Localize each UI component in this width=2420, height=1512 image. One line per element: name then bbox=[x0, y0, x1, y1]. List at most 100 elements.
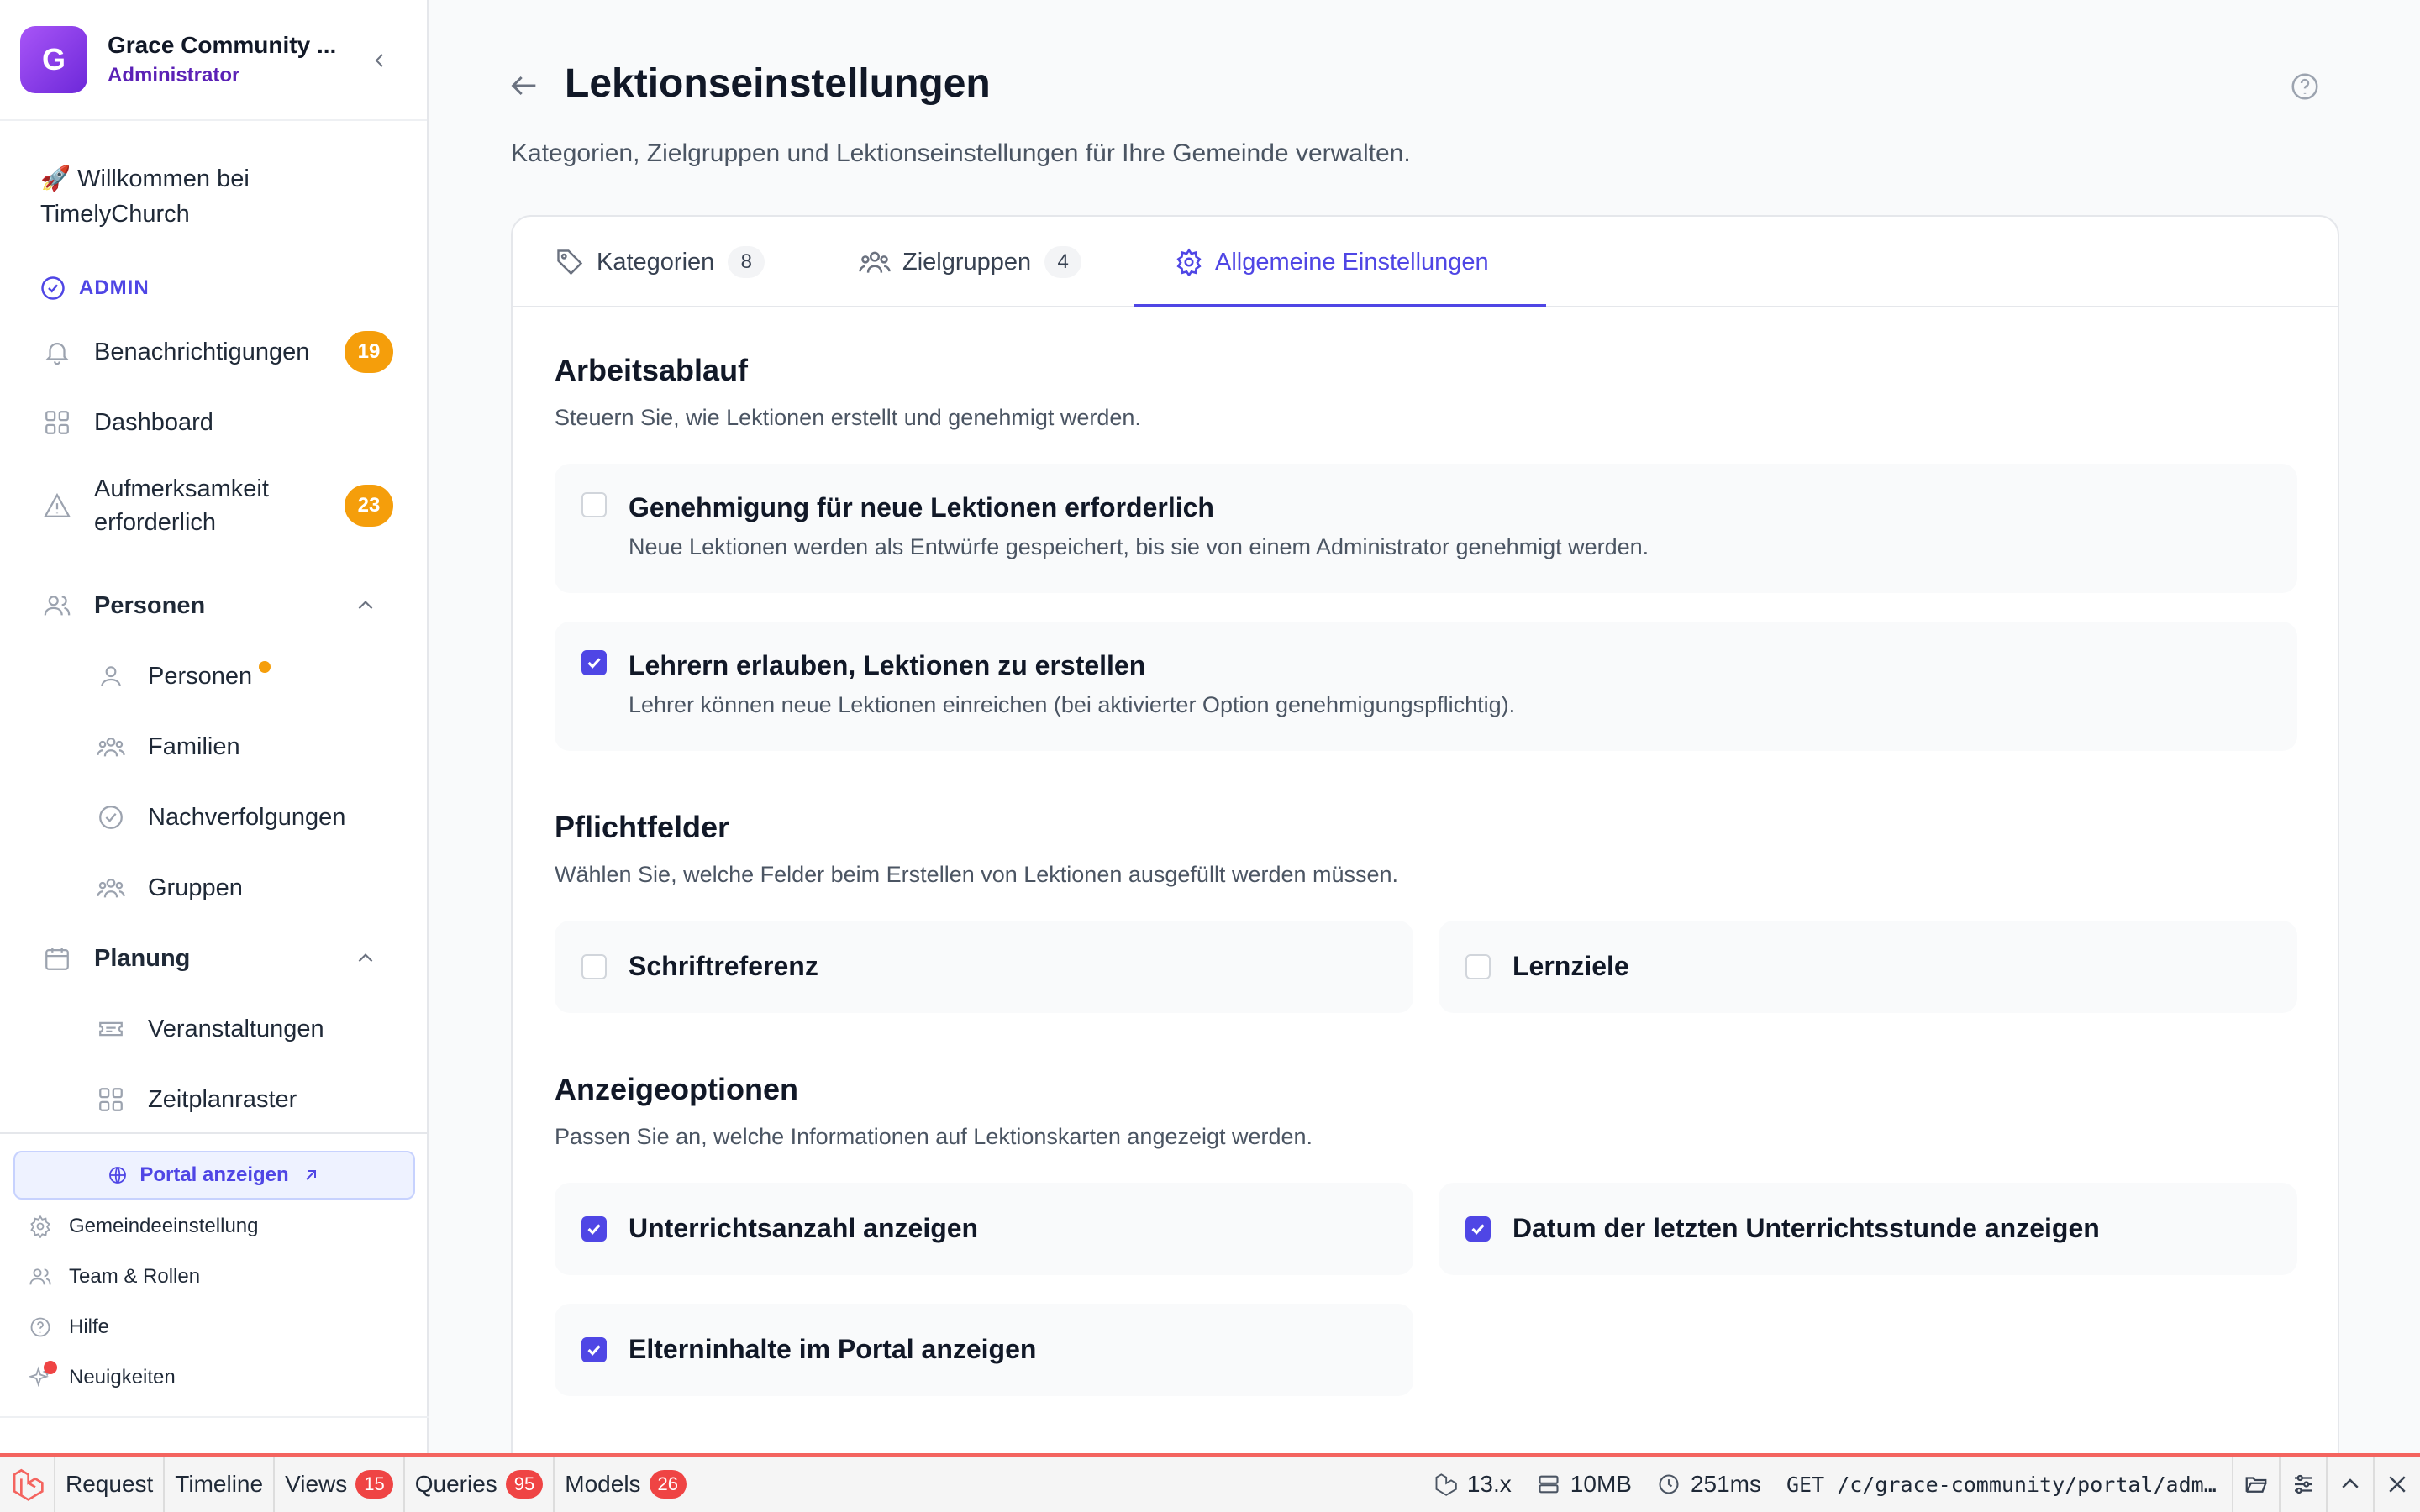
debug-tab-label: Views bbox=[285, 1471, 348, 1497]
warning-icon bbox=[40, 489, 74, 522]
debug-route[interactable]: GET /c/grace-community/portal/adm... bbox=[1786, 1473, 2223, 1497]
teachers-create-checkbox[interactable] bbox=[581, 650, 607, 675]
debug-memory: 10MB bbox=[1537, 1471, 1632, 1498]
debug-tab-label: Models bbox=[565, 1471, 641, 1497]
show-last-lesson-date-checkbox[interactable] bbox=[1465, 1216, 1491, 1242]
sidebar-item-label: Gruppen bbox=[148, 874, 243, 901]
show-lesson-count-checkbox[interactable] bbox=[581, 1216, 607, 1242]
user-icon bbox=[94, 659, 128, 693]
chevron-up-icon bbox=[358, 601, 373, 610]
sidebar-item-news[interactable]: Neuigkeiten bbox=[27, 1361, 176, 1391]
option-show-last-lesson-date[interactable]: Datum der letzten Unterrichtsstunde anze… bbox=[1439, 1183, 2297, 1275]
debug-tab-timeline[interactable]: Timeline bbox=[165, 1457, 276, 1512]
option-teachers-create[interactable]: Lehrern erlauben, Lektionen zu erstellen… bbox=[555, 622, 2297, 751]
sidebar-item-veranstaltungen[interactable]: Veranstaltungen bbox=[94, 1006, 393, 1052]
page-title: Lektionseinstellungen bbox=[565, 61, 991, 106]
sidebar-item-label: Personen bbox=[148, 662, 253, 690]
sidebar-item-notifications[interactable]: Benachrichtigungen 19 bbox=[40, 329, 393, 375]
option-title: Genehmigung für neue Lektionen erforderl… bbox=[629, 492, 1214, 522]
active-tab-indicator bbox=[1134, 304, 1546, 307]
sidebar-item-dashboard[interactable]: Dashboard bbox=[40, 400, 393, 445]
learning-goals-checkbox[interactable] bbox=[1465, 954, 1491, 979]
sidebar-item-help[interactable]: Hilfe bbox=[27, 1314, 109, 1341]
tab-categories[interactable]: Kategorien 8 bbox=[555, 217, 765, 307]
option-scripture-reference[interactable]: Schriftreferenz bbox=[555, 921, 1413, 1013]
sidebar-item-nachverfolgungen[interactable]: Nachverfolgungen bbox=[94, 795, 393, 840]
server-icon bbox=[1539, 1475, 1559, 1494]
news-indicator-dot bbox=[44, 1361, 57, 1374]
sidebar-item-zeitplanraster[interactable]: Zeitplanraster bbox=[94, 1077, 393, 1122]
sidebar-divider bbox=[0, 1132, 429, 1134]
group-icon bbox=[94, 871, 128, 905]
debug-tab-request[interactable]: Request bbox=[55, 1457, 166, 1512]
option-title: Unterrichtsanzahl anzeigen bbox=[629, 1213, 979, 1243]
notifications-badge: 19 bbox=[345, 331, 393, 373]
tab-label: Zielgruppen bbox=[902, 248, 1032, 276]
tab-audiences[interactable]: Zielgruppen 4 bbox=[859, 217, 1082, 307]
sidebar-section-planung[interactable]: Planung bbox=[40, 936, 393, 981]
help-button[interactable] bbox=[2289, 71, 2321, 107]
debug-tab-models[interactable]: Models 26 bbox=[555, 1457, 697, 1512]
section-label: Personen bbox=[94, 591, 206, 619]
option-show-parent-content[interactable]: Elterninhalte im Portal anzeigen bbox=[555, 1304, 1413, 1396]
debug-tab-count: 15 bbox=[355, 1470, 393, 1499]
sliders-icon bbox=[2295, 1474, 2312, 1494]
sidebar-item-label: Familien bbox=[148, 732, 240, 760]
tab-general-settings[interactable]: Allgemeine Einstellungen bbox=[1175, 217, 1489, 307]
maximize-button[interactable] bbox=[2326, 1457, 2373, 1512]
sidebar-item-familien[interactable]: Familien bbox=[94, 724, 393, 769]
debug-bar-right: 13.x 10MB 251ms GET /c/grace-community/p… bbox=[1434, 1457, 2420, 1512]
footer-item-label: Hilfe bbox=[69, 1315, 110, 1338]
section-desc-display: Passen Sie an, welche Informationen auf … bbox=[555, 1124, 1313, 1149]
globe-icon bbox=[109, 1167, 127, 1184]
footer-item-label: Team & Rollen bbox=[69, 1265, 201, 1288]
sidebar-item-personen[interactable]: Personen bbox=[94, 654, 393, 699]
section-desc-workflow: Steuern Sie, wie Lektionen erstellt und … bbox=[555, 405, 1141, 430]
debug-tab-views[interactable]: Views 15 bbox=[275, 1457, 405, 1512]
question-circle-icon bbox=[2291, 73, 2318, 100]
scripture-reference-checkbox[interactable] bbox=[581, 954, 607, 979]
check-icon bbox=[587, 658, 601, 669]
option-title: Schriftreferenz bbox=[629, 951, 818, 981]
tab-label: Kategorien bbox=[597, 248, 715, 276]
sidebar-item-attention[interactable]: Aufmerksamkeit erforderlich 23 bbox=[40, 469, 393, 543]
sidebar-item-church-settings[interactable]: Gemeindeeinstellung bbox=[27, 1213, 258, 1240]
debug-tab-queries[interactable]: Queries 95 bbox=[405, 1457, 555, 1512]
welcome-link[interactable]: 🚀 Willkommen bei TimelyChurch bbox=[40, 161, 376, 232]
chevron-up-icon bbox=[2342, 1478, 2359, 1488]
close-button[interactable] bbox=[2373, 1457, 2420, 1512]
require-approval-checkbox[interactable] bbox=[581, 492, 607, 517]
show-parent-content-checkbox[interactable] bbox=[581, 1337, 607, 1362]
folder-open-button[interactable] bbox=[2232, 1457, 2279, 1512]
option-show-lesson-count[interactable]: Unterrichtsanzahl anzeigen bbox=[555, 1183, 1413, 1275]
option-learning-goals[interactable]: Lernziele bbox=[1439, 921, 2297, 1013]
debug-tab-count: 95 bbox=[505, 1470, 544, 1499]
laravel-logo-icon[interactable] bbox=[0, 1457, 55, 1512]
gear-icon bbox=[1175, 248, 1203, 276]
sidebar-item-team-roles[interactable]: Team & Rollen bbox=[27, 1263, 200, 1290]
sidebar-divider bbox=[0, 1416, 429, 1418]
check-badge-icon bbox=[94, 801, 128, 834]
option-desc: Lehrer können neue Lektionen einreichen … bbox=[629, 692, 1516, 717]
family-icon bbox=[94, 730, 128, 764]
debug-version-text: 13.x bbox=[1466, 1471, 1512, 1497]
org-name: Grace Community ... bbox=[108, 32, 337, 58]
tab-bar: Kategorien 8 Zielgruppen 4 Allgemeine Ei… bbox=[513, 217, 2338, 307]
option-require-approval[interactable]: Genehmigung für neue Lektionen erforderl… bbox=[555, 464, 2297, 593]
section-label: Planung bbox=[94, 944, 191, 972]
option-title: Datum der letzten Unterrichtsstunde anze… bbox=[1512, 1213, 2100, 1243]
sidebar: G Grace Community ... Administrator 🚀 Wi… bbox=[0, 0, 429, 1453]
debug-tab-label: Queries bbox=[414, 1471, 497, 1497]
sidebar-item-label: Veranstaltungen bbox=[148, 1015, 324, 1042]
back-button[interactable] bbox=[508, 69, 541, 107]
section-title-workflow: Arbeitsablauf bbox=[555, 353, 749, 387]
debug-bar: Request Timeline Views 15 Queries 95 Model… bbox=[0, 1453, 2420, 1512]
sidebar-section-personen[interactable]: Personen bbox=[40, 583, 393, 628]
settings-button[interactable] bbox=[2279, 1457, 2326, 1512]
sparkles-icon bbox=[27, 1361, 57, 1391]
sidebar-collapse-button[interactable] bbox=[363, 44, 397, 77]
sidebar-item-gruppen[interactable]: Gruppen bbox=[94, 865, 393, 911]
grid-icon bbox=[40, 406, 74, 439]
view-portal-button[interactable]: Portal anzeigen bbox=[13, 1151, 415, 1200]
debug-time: 251ms bbox=[1657, 1471, 1761, 1498]
